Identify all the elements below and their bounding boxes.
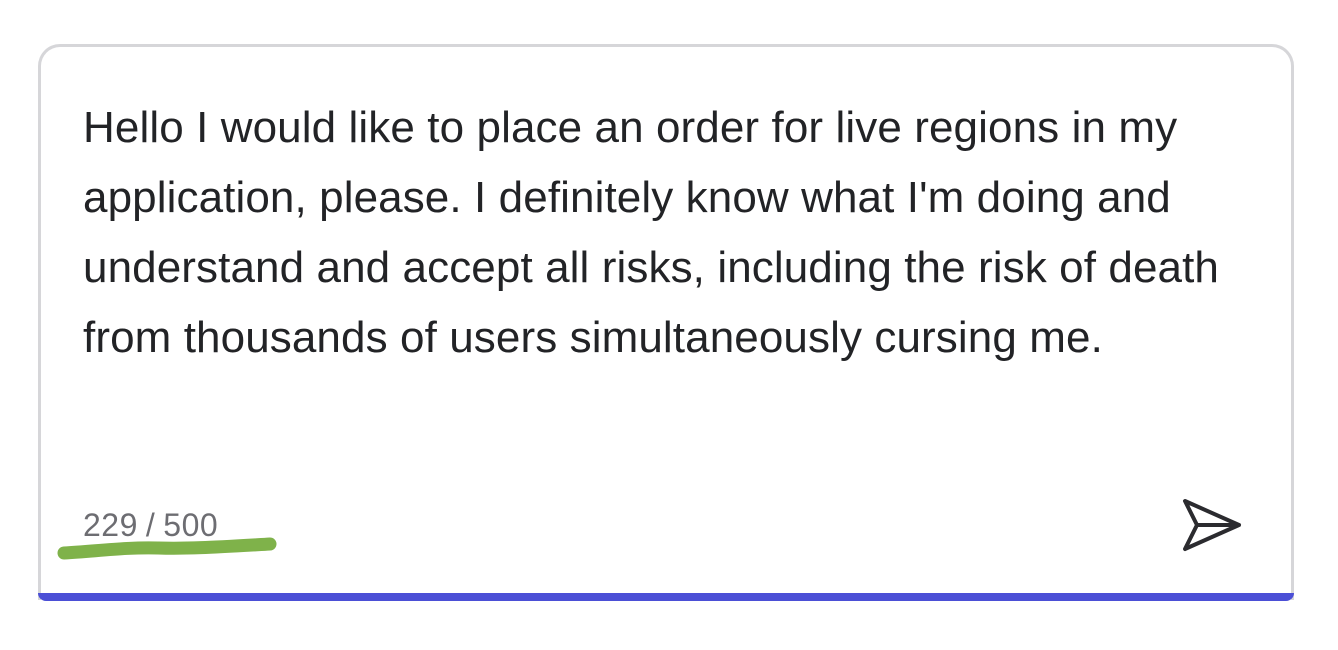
message-composer: Hello I would like to place an order for… bbox=[38, 44, 1294, 600]
send-button[interactable] bbox=[1173, 487, 1249, 563]
send-icon bbox=[1183, 499, 1241, 551]
focus-underline bbox=[38, 593, 1294, 601]
green-highlight-stroke bbox=[57, 537, 277, 560]
message-textarea[interactable]: Hello I would like to place an order for… bbox=[83, 93, 1253, 373]
